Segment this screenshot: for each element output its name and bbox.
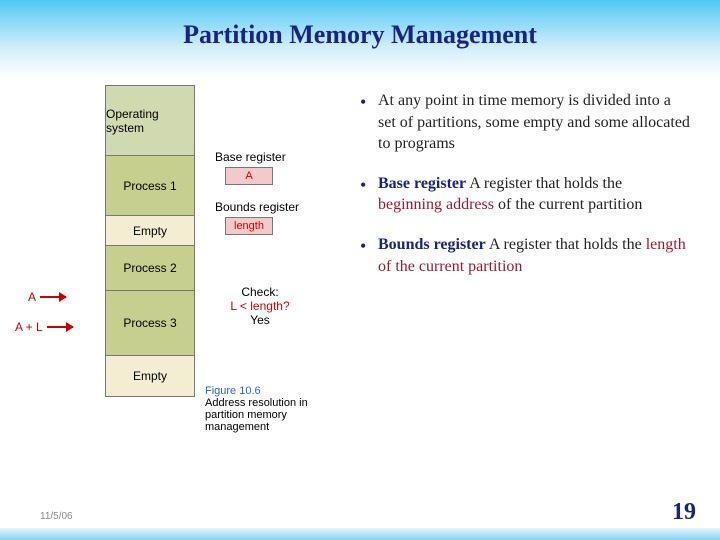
- bullet-2: Base register A register that holds the …: [360, 173, 690, 216]
- mem-e2: Empty: [106, 356, 194, 396]
- pointer-al-label: A + L: [15, 320, 43, 334]
- bullet-1: At any point in time memory is divided i…: [360, 90, 690, 155]
- arrow-icon: [47, 326, 73, 328]
- pointer-al: A + L: [15, 320, 73, 334]
- page-title: Partition Memory Management: [0, 20, 720, 50]
- mem-p3: Process 3: [106, 291, 194, 356]
- bullet-2-text-a: A register that holds the: [466, 175, 622, 192]
- bullet-2-term: Base register: [378, 175, 466, 192]
- check-result: Yes: [215, 313, 305, 327]
- figure-caption-text: Address resolution in partition memory m…: [205, 397, 308, 433]
- base-register-label: Base register: [215, 150, 286, 164]
- bounds-register-box: length: [225, 217, 273, 235]
- bullet-2-text-b: of the current partition: [494, 196, 642, 213]
- bullet-3-text-a: A register that holds the: [486, 236, 646, 253]
- footer-date: 11/5/06: [40, 511, 73, 522]
- pointer-a-label: A: [28, 290, 36, 304]
- mem-e1: Empty: [106, 216, 194, 246]
- slide-number: 19: [672, 499, 696, 526]
- base-register-box: A: [225, 167, 273, 185]
- arrow-icon: [40, 296, 66, 298]
- bullet-list: At any point in time memory is divided i…: [360, 90, 690, 295]
- footer-gradient: [0, 528, 720, 540]
- bullet-3-term: Bounds register: [378, 236, 486, 253]
- check-expr: L < length?: [215, 299, 305, 313]
- mem-p1: Process 1: [106, 156, 194, 216]
- figure-container: Operating system Process 1 Empty Process…: [10, 85, 350, 495]
- bullet-3: Bounds register A register that holds th…: [360, 234, 690, 277]
- mem-p2: Process 2: [106, 246, 194, 291]
- mem-os: Operating system: [106, 86, 194, 156]
- check-block: Check: L < length? Yes: [215, 285, 305, 327]
- memory-stack: Operating system Process 1 Empty Process…: [105, 85, 195, 397]
- bounds-register-label: Bounds register: [215, 200, 299, 214]
- figure-number: Figure 10.6: [205, 385, 261, 397]
- pointer-a: A: [28, 290, 66, 304]
- figure-caption: Figure 10.6 Address resolution in partit…: [205, 385, 335, 433]
- check-label: Check:: [215, 285, 305, 299]
- bullet-2-highlight: beginning address: [378, 196, 494, 213]
